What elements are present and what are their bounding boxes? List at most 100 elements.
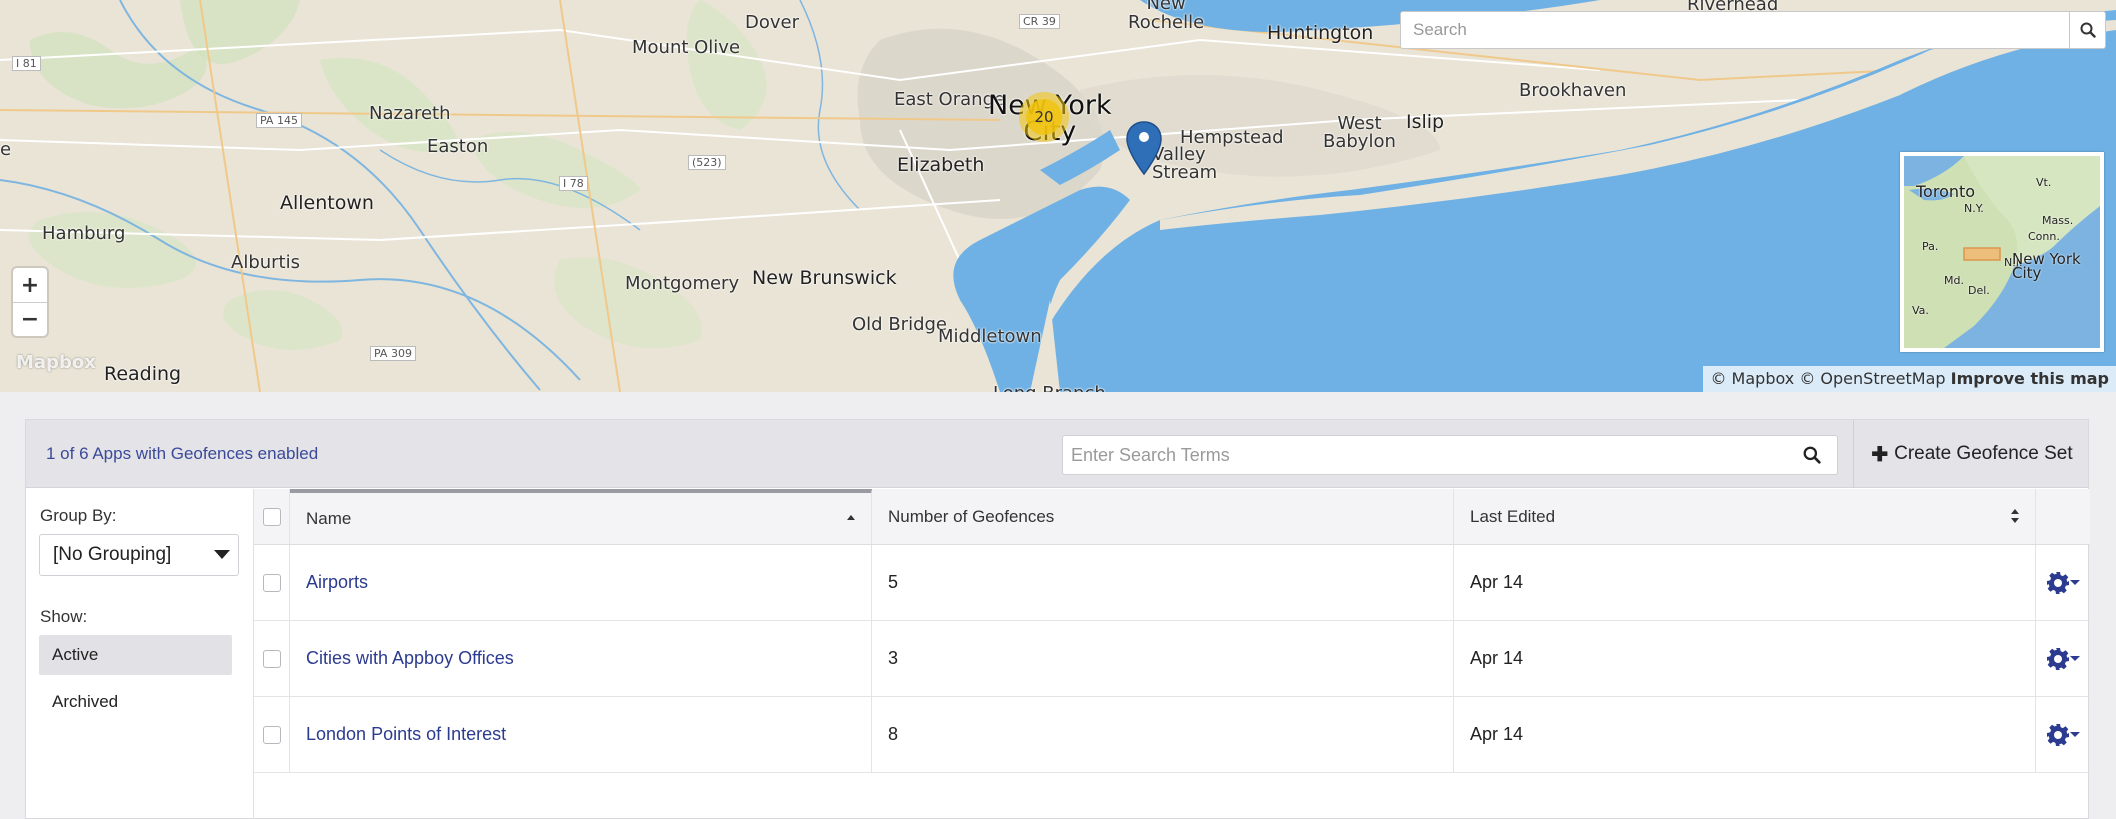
geofence-count: 5 xyxy=(888,572,899,592)
map-label-r523: (523) xyxy=(688,155,726,170)
row-count-cell: 5 xyxy=(872,545,1454,620)
map-label-elizabeth: Elizabeth xyxy=(897,154,985,176)
map-label-cr39: CR 39 xyxy=(1019,14,1060,29)
map-label-pa145: PA 145 xyxy=(256,113,302,128)
geofence-set-link[interactable]: London Points of Interest xyxy=(306,724,506,745)
table-row: London Points of Interest 8 Apr 14 xyxy=(254,697,2090,773)
map-label-huntington: Huntington xyxy=(1267,22,1374,44)
row-checkbox[interactable] xyxy=(262,725,281,744)
column-header-last-edited[interactable]: Last Edited xyxy=(1454,489,2036,544)
row-name-cell: London Points of Interest xyxy=(290,697,872,772)
cluster-count: 20 xyxy=(1026,99,1062,135)
table-row: Cities with Appboy Offices 3 Apr 14 xyxy=(254,621,2090,697)
map-label-hamburg: Hamburg xyxy=(42,223,126,244)
geofence-count: 8 xyxy=(888,724,899,744)
row-actions-menu[interactable] xyxy=(2046,571,2080,595)
attribution-osm-link[interactable]: © OpenStreetMap xyxy=(1799,369,1945,388)
row-checkbox[interactable] xyxy=(262,573,281,592)
column-header-name[interactable]: Name xyxy=(290,489,872,544)
map-label-middletown: Middletown xyxy=(938,326,1042,347)
last-edited-date: Apr 14 xyxy=(1470,572,1524,592)
map-search-button[interactable] xyxy=(2069,12,2105,48)
overview-minimap[interactable]: Toronto Vt. N.Y. Mass. Conn. Pa. N.J. Ne… xyxy=(1900,152,2104,352)
row-select-cell xyxy=(254,621,290,696)
column-header-actions xyxy=(2036,489,2090,544)
minimap-label-pa: Pa. xyxy=(1922,240,1939,253)
gear-icon xyxy=(2047,723,2069,746)
attribution-mapbox-link[interactable]: © Mapbox xyxy=(1710,369,1794,388)
last-edited-date: Apr 14 xyxy=(1470,724,1524,744)
map-label-montgomery: Montgomery xyxy=(625,273,740,294)
chevron-down-icon xyxy=(2070,579,2080,585)
geofence-set-link[interactable]: Cities with Appboy Offices xyxy=(306,648,514,669)
minimap-label-ny: N.Y. xyxy=(1964,202,1984,215)
map-search-box xyxy=(1400,11,2106,49)
map-label-nazareth: Nazareth xyxy=(369,103,451,124)
show-option-archived[interactable]: Archived xyxy=(39,682,232,722)
geofence-count: 3 xyxy=(888,648,899,668)
zoom-in-button[interactable]: + xyxy=(13,268,47,302)
geofence-map[interactable]: Dover New Rochelle Riverhead Huntington … xyxy=(0,0,2116,392)
show-option-active[interactable]: Active xyxy=(39,635,232,675)
sort-ascending-icon xyxy=(847,515,855,520)
geofence-table: Name Number of Geofences Last Edited Air… xyxy=(254,489,2090,773)
row-name-cell: Cities with Appboy Offices xyxy=(290,621,872,696)
row-checkbox[interactable] xyxy=(262,649,281,668)
row-select-cell xyxy=(254,697,290,772)
row-actions-cell xyxy=(2036,621,2090,696)
last-edited-date: Apr 14 xyxy=(1470,648,1524,668)
geofence-search-input[interactable] xyxy=(1063,444,1787,466)
group-by-label: Group By: xyxy=(40,506,117,525)
map-label-brookhaven: Brookhaven xyxy=(1519,80,1627,101)
row-select-cell xyxy=(254,545,290,620)
group-by-select[interactable]: [No Grouping] xyxy=(39,534,239,576)
row-date-cell: Apr 14 xyxy=(1454,621,2036,696)
row-name-cell: Airports xyxy=(290,545,872,620)
select-all-checkbox[interactable] xyxy=(262,507,281,526)
minimap-label-del: Del. xyxy=(1968,284,1990,297)
column-header-count-label: Number of Geofences xyxy=(888,506,1055,526)
select-all-cell xyxy=(254,489,290,544)
geofence-cluster-marker[interactable]: 20 xyxy=(1019,92,1069,142)
map-label-i78: I 78 xyxy=(559,176,588,191)
improve-map-link[interactable]: Improve this map xyxy=(1951,369,2109,388)
map-label-pa309: PA 309 xyxy=(370,346,416,361)
geofence-set-link[interactable]: Airports xyxy=(306,572,368,593)
create-geofence-set-button[interactable]: ✚ Create Geofence Set xyxy=(1853,420,2090,488)
map-label-old-bridge: Old Bridge xyxy=(852,314,947,335)
geofence-panel: 1 of 6 Apps with Geofences enabled ✚ Cre… xyxy=(25,419,2090,819)
gear-icon xyxy=(2047,647,2069,670)
map-pin-icon[interactable] xyxy=(1125,120,1163,176)
row-actions-menu[interactable] xyxy=(2046,647,2080,671)
map-label-allentown: Allentown xyxy=(280,192,374,214)
column-header-count[interactable]: Number of Geofences xyxy=(872,489,1454,544)
minimap-label-va: Va. xyxy=(1912,304,1929,317)
minimap-label-toronto: Toronto xyxy=(1916,182,1976,201)
minimap-label-mass: Mass. xyxy=(2042,214,2074,227)
show-label: Show: xyxy=(40,607,88,626)
group-by-value: [No Grouping] xyxy=(53,544,172,565)
row-actions-menu[interactable] xyxy=(2046,723,2080,747)
plus-icon: ✚ xyxy=(1871,443,1889,466)
minimap-label-nyc: New York City xyxy=(2012,250,2081,282)
zoom-out-button[interactable]: − xyxy=(13,302,47,336)
zoom-control: + − xyxy=(13,268,47,336)
search-icon xyxy=(2080,22,2096,38)
geofence-search-button[interactable] xyxy=(1787,446,1837,464)
map-label-long-branch: Long Branch xyxy=(993,383,1106,392)
chevron-down-icon xyxy=(2070,731,2080,737)
search-icon xyxy=(1803,446,1821,464)
row-actions-cell xyxy=(2036,545,2090,620)
row-date-cell: Apr 14 xyxy=(1454,697,2036,772)
column-header-name-label: Name xyxy=(306,508,352,528)
minimap-label-vt: Vt. xyxy=(2036,176,2052,189)
geofence-search-box xyxy=(1062,435,1838,475)
filter-sidebar: Group By: [No Grouping] Show: Active Arc… xyxy=(26,489,254,819)
gear-icon xyxy=(2047,571,2069,594)
chevron-down-icon xyxy=(214,550,230,559)
map-label-alburtis: Alburtis xyxy=(231,252,300,273)
map-label-new-brunswick: New Brunswick xyxy=(752,267,897,289)
map-search-input[interactable] xyxy=(1401,12,2069,48)
row-actions-cell xyxy=(2036,697,2090,772)
row-count-cell: 3 xyxy=(872,621,1454,696)
